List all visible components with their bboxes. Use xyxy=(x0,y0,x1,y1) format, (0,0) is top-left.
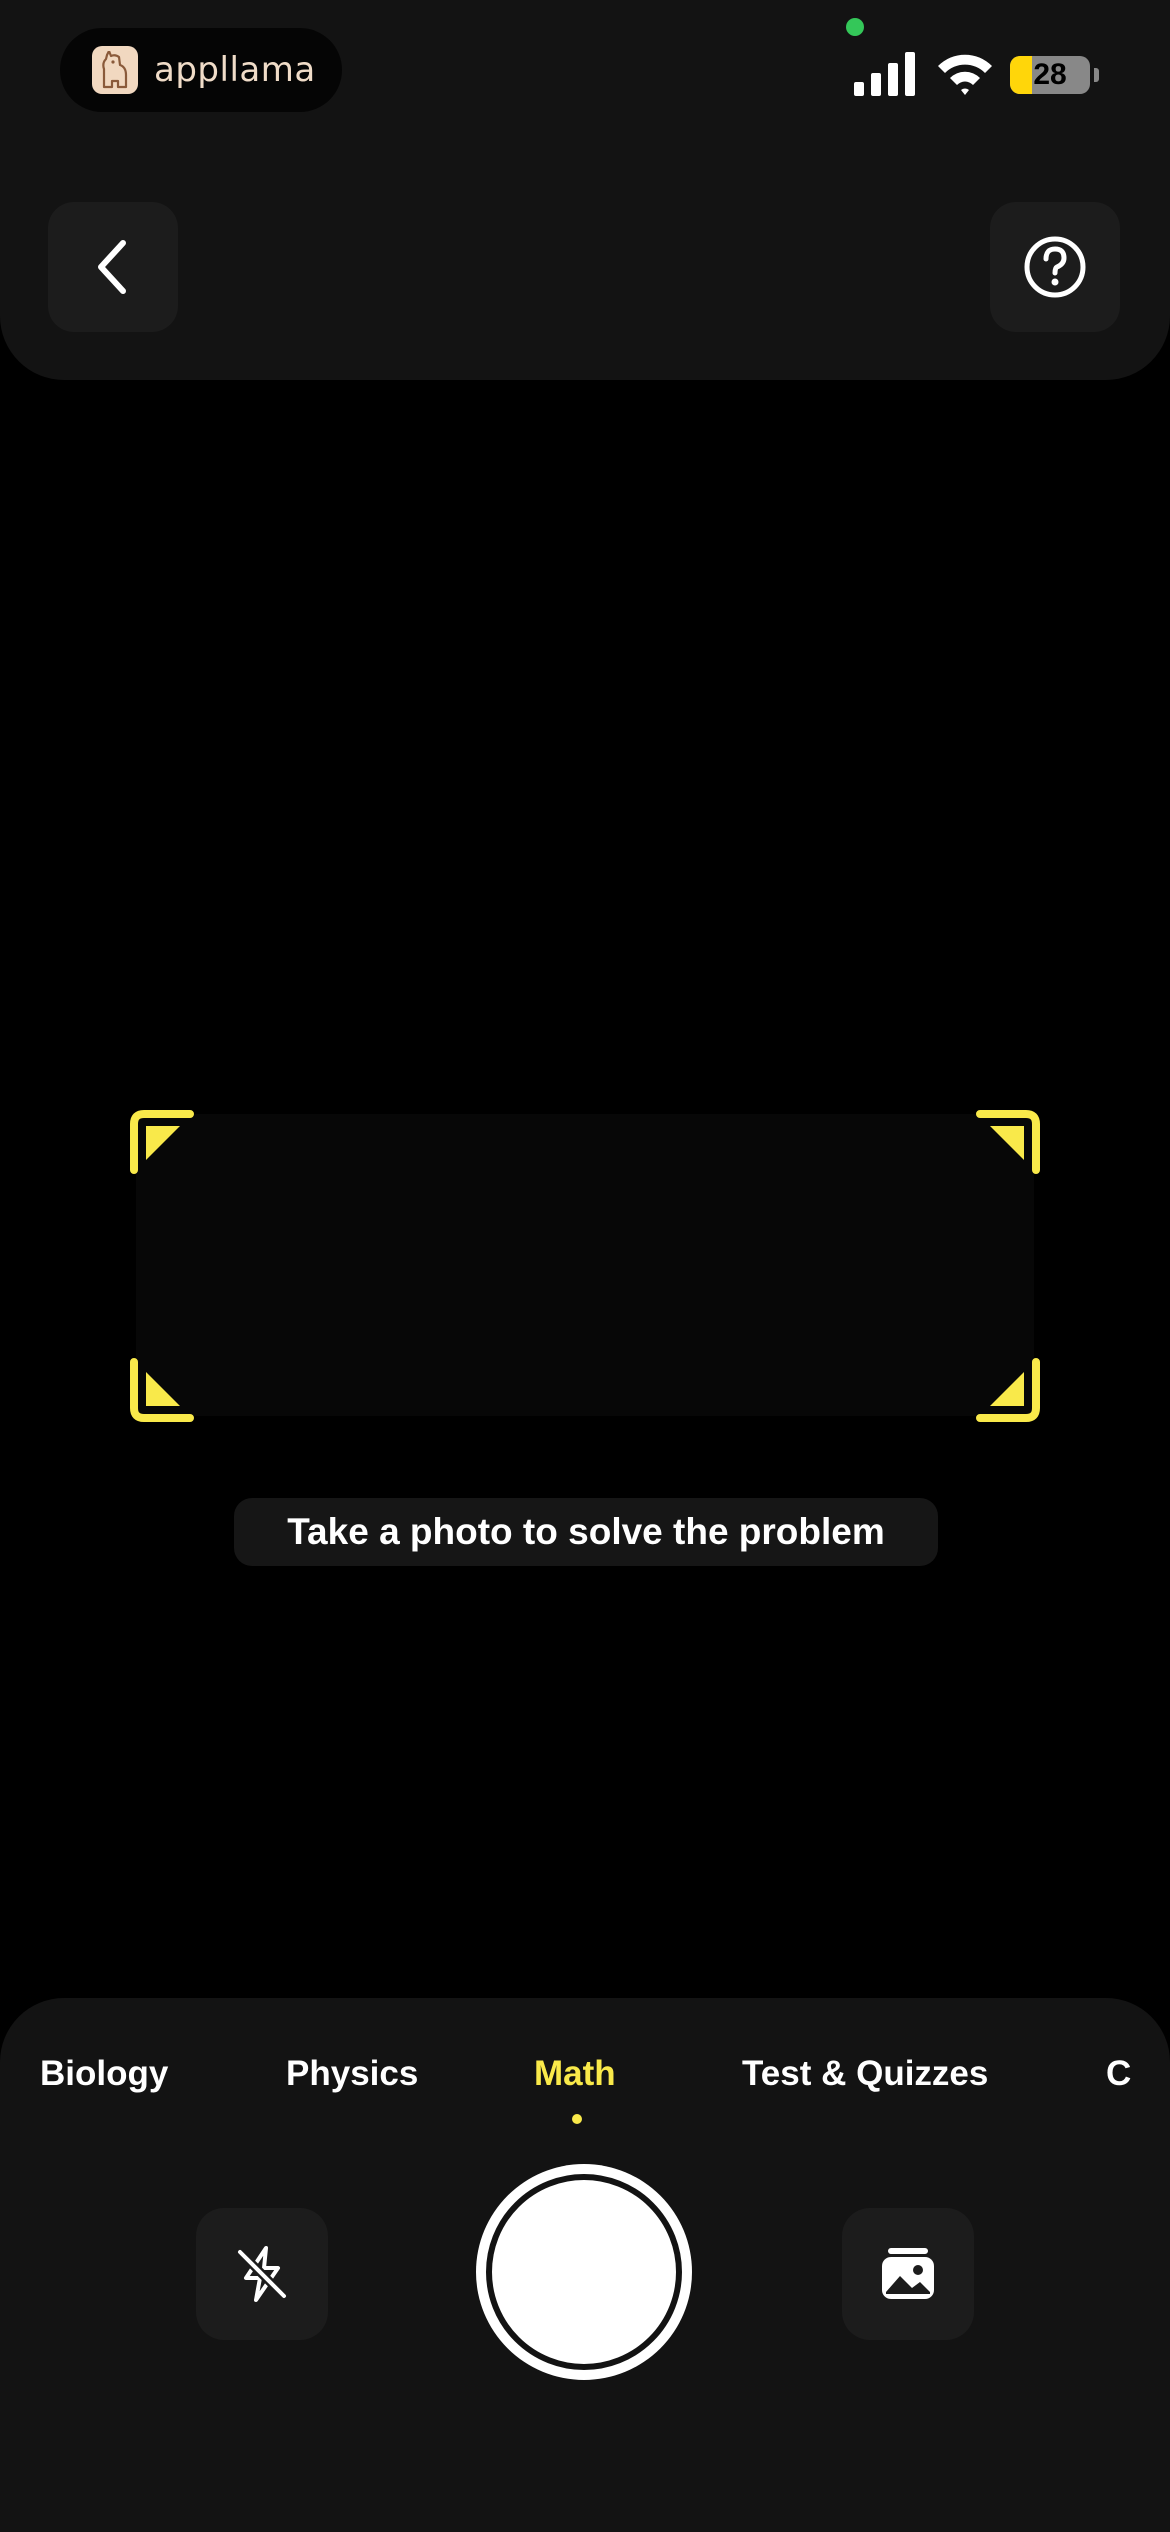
flash-off-icon xyxy=(235,2246,289,2302)
app-name: appllama xyxy=(154,50,316,90)
tab-math[interactable]: Math xyxy=(534,2054,616,2094)
chevron-left-icon xyxy=(98,240,126,294)
tab-biology[interactable]: Biology xyxy=(40,2054,168,2094)
back-button[interactable] xyxy=(48,202,178,332)
shutter-ring xyxy=(486,2174,682,2370)
frame-corner-bottom-left xyxy=(130,1358,194,1422)
active-tab-indicator xyxy=(572,2114,582,2124)
frame-corner-top-right xyxy=(976,1110,1040,1174)
battery-level: 28 xyxy=(1033,58,1067,91)
privacy-indicator xyxy=(846,18,864,36)
gallery-button[interactable] xyxy=(842,2208,974,2340)
wifi-icon xyxy=(938,54,992,95)
frame-corner-top-left xyxy=(130,1110,194,1174)
photo-gallery-icon xyxy=(882,2248,934,2299)
tab-physics[interactable]: Physics xyxy=(286,2054,418,2094)
camera-hint: Take a photo to solve the problem xyxy=(234,1498,938,1566)
battery-icon: 28 xyxy=(1010,56,1090,94)
frame-corner-bottom-right xyxy=(976,1358,1040,1422)
tab-next-partial[interactable]: C xyxy=(1106,2054,1131,2094)
llama-logo-icon xyxy=(92,46,138,94)
app-badge: appllama xyxy=(60,28,342,112)
scan-frame xyxy=(136,1114,1034,1416)
top-bar: appllama 28 xyxy=(0,0,1170,380)
help-button[interactable] xyxy=(990,202,1120,332)
tab-test-quizzes[interactable]: Test & Quizzes xyxy=(742,2054,988,2094)
shutter-button[interactable] xyxy=(476,2164,692,2380)
battery-tip xyxy=(1094,68,1099,82)
cellular-signal-icon xyxy=(854,52,915,96)
question-circle-icon xyxy=(1024,236,1086,298)
flash-toggle-button[interactable] xyxy=(196,2208,328,2340)
subject-tabs: Biology Physics Math Test & Quizzes C xyxy=(0,2054,1170,2114)
